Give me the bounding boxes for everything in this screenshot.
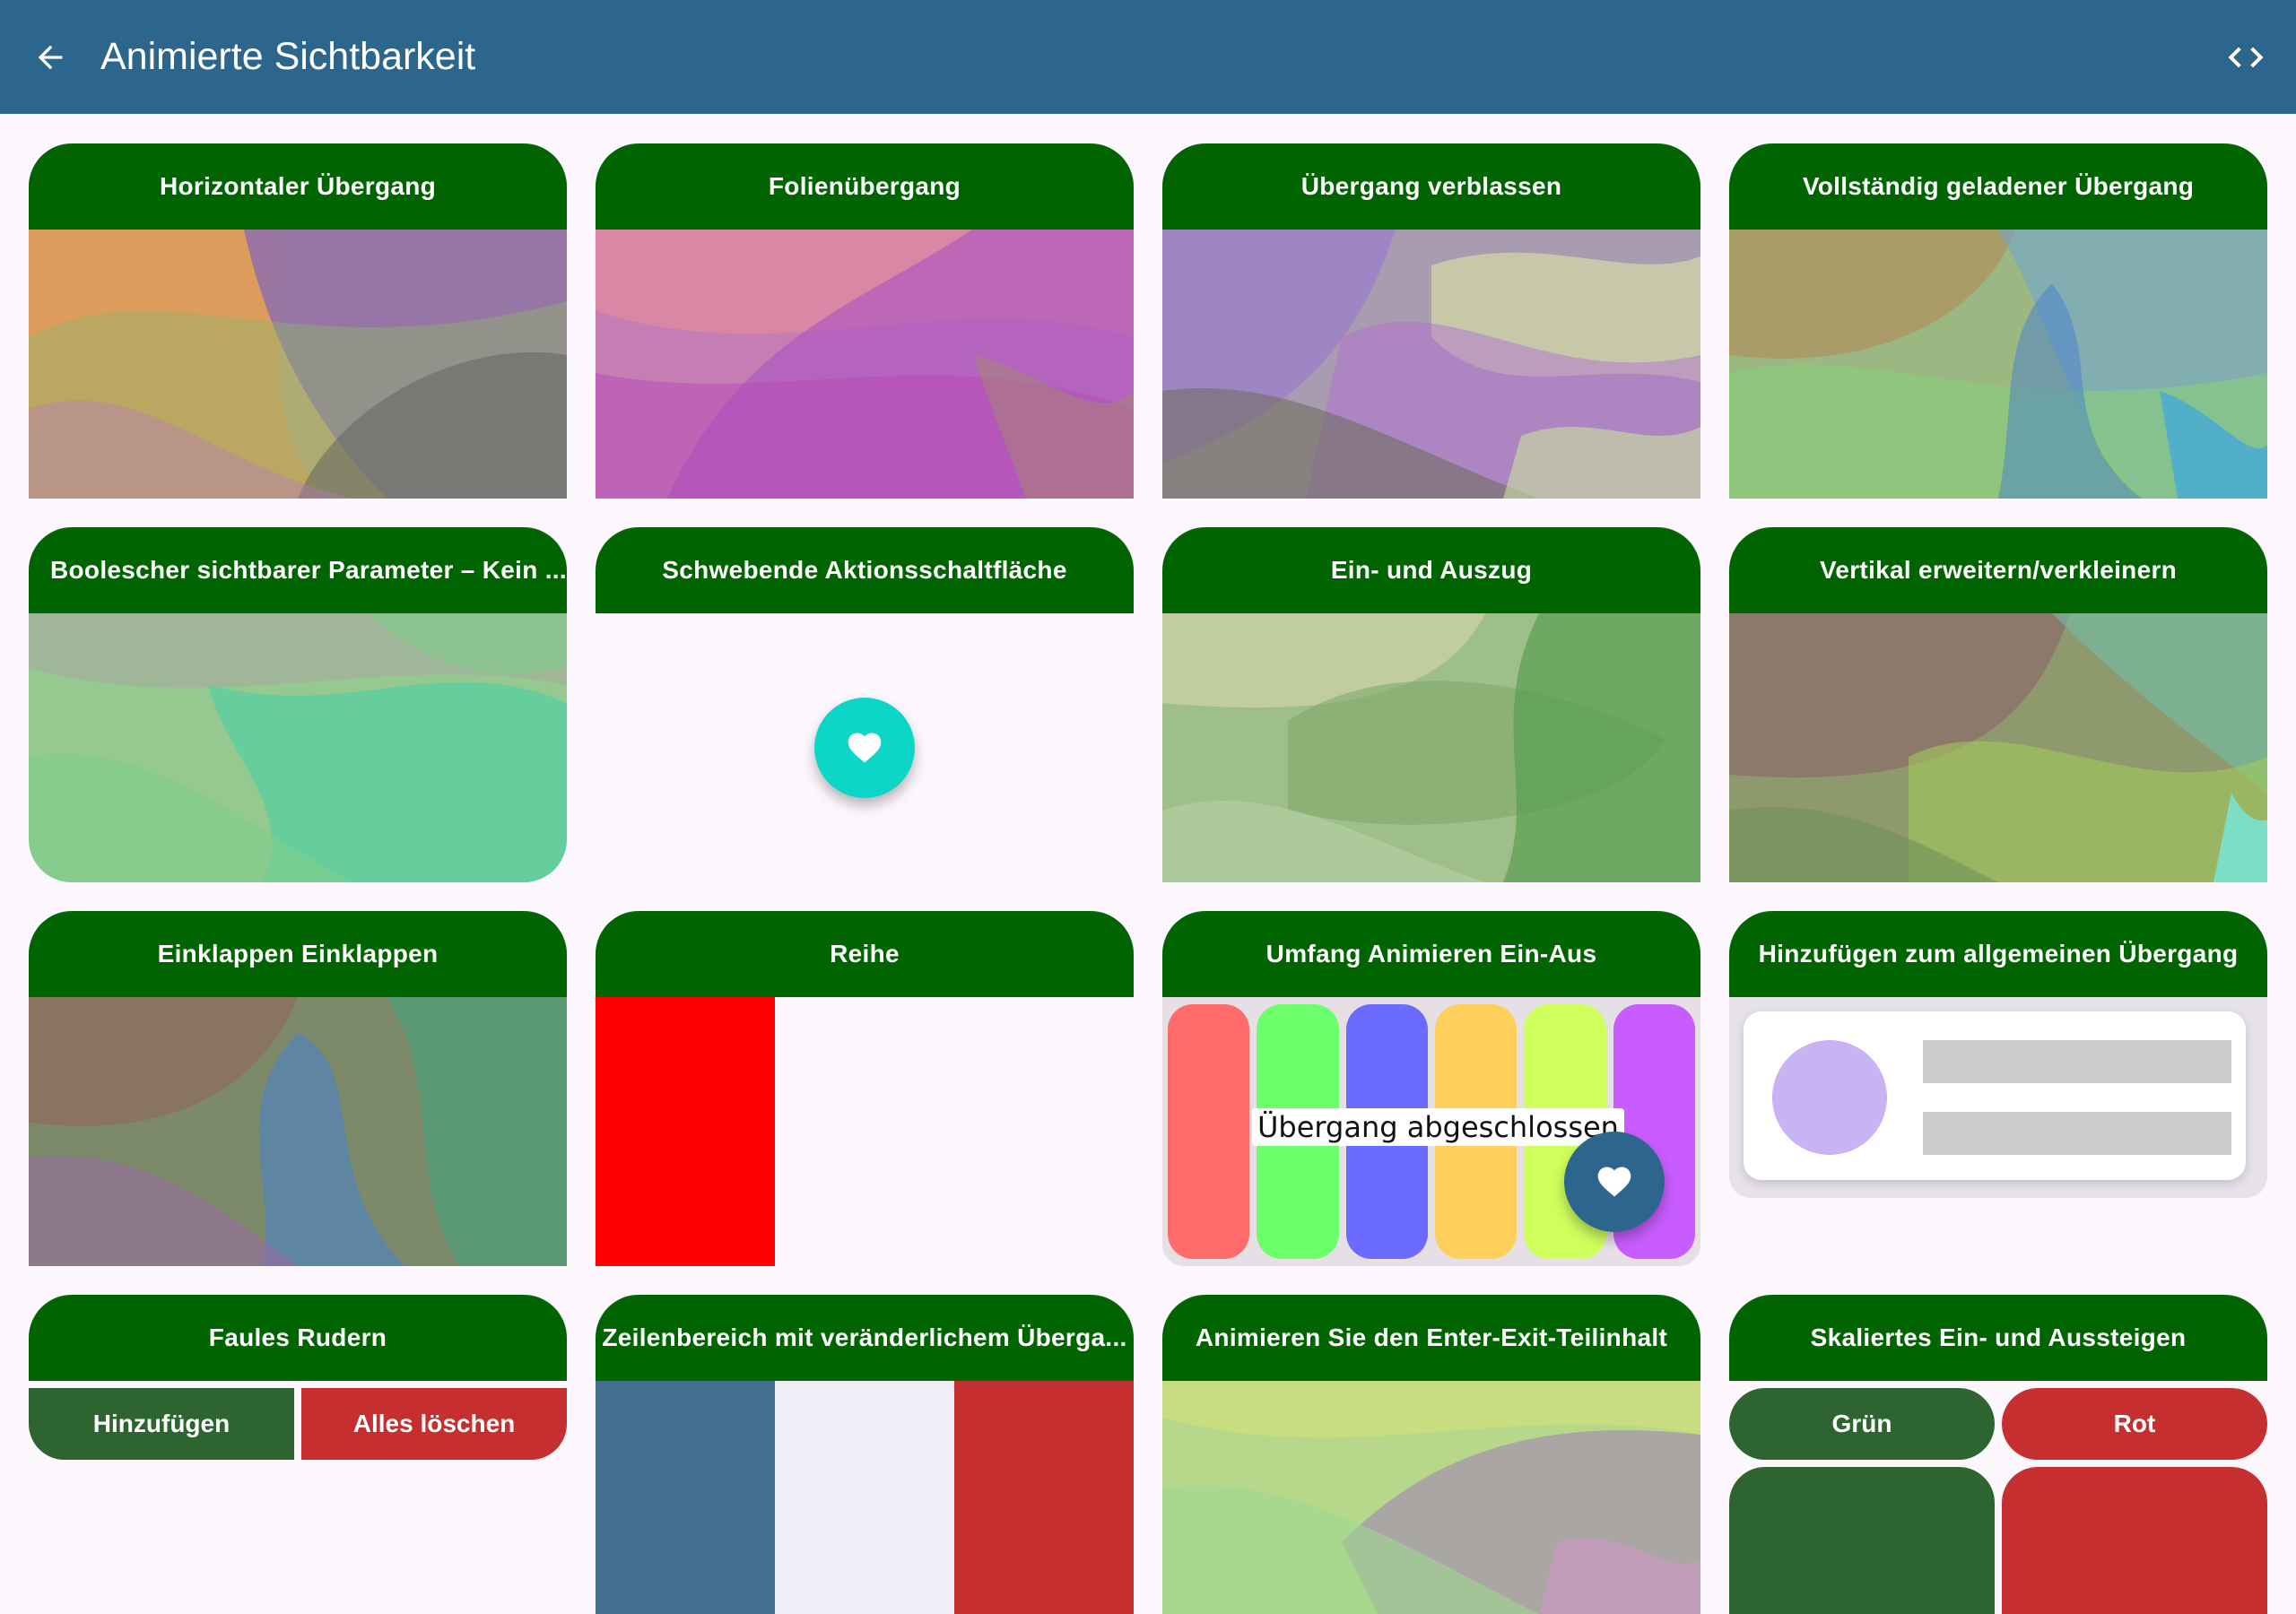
avatar-placeholder <box>1772 1040 1887 1155</box>
card-fully-loaded-transition[interactable]: Vollständig geladener Übergang <box>1729 143 2267 499</box>
card-row-scope-transition[interactable]: Zeilenbereich mit veränderlichem Überga.… <box>596 1295 1134 1614</box>
add-button[interactable]: Hinzufügen <box>29 1388 294 1460</box>
red-box <box>596 997 775 1266</box>
heart-fab-button[interactable] <box>1564 1132 1665 1232</box>
page-title: Animierte Sichtbarkeit <box>100 35 476 78</box>
card-title: Horizontaler Übergang <box>29 143 567 230</box>
card-slide-transition[interactable]: Folienübergang <box>596 143 1134 499</box>
abstract-image <box>1162 230 1700 499</box>
abstract-image <box>1729 613 2267 882</box>
blue-box <box>596 1381 775 1614</box>
heart-icon <box>848 733 882 763</box>
card-scope-animate-in-out[interactable]: Umfang Animieren Ein-Aus Übergang abgesc… <box>1162 911 1700 1266</box>
abstract-image <box>29 230 567 499</box>
card-title: Animieren Sie den Enter-Exit-Teilinhalt <box>1162 1295 1700 1381</box>
green-button[interactable]: Grün <box>1729 1388 1995 1460</box>
red-box <box>954 1381 1134 1614</box>
clear-all-button[interactable]: Alles löschen <box>301 1388 567 1460</box>
card-enter-exit[interactable]: Ein- und Auszug <box>1162 527 1700 882</box>
card-title: Ein- und Auszug <box>1162 527 1700 613</box>
card-title: Folienübergang <box>596 143 1134 230</box>
card-title: Übergang verblassen <box>1162 143 1700 230</box>
card-title: Zeilenbereich mit veränderlichem Überga.… <box>596 1295 1134 1381</box>
card-fade-transition[interactable]: Übergang verblassen <box>1162 143 1700 499</box>
abstract-image <box>29 997 567 1266</box>
card-horizontal-transition[interactable]: Horizontaler Übergang <box>29 143 567 499</box>
card-enter-exit-child[interactable]: Animieren Sie den Enter-Exit-Teilinhalt <box>1162 1295 1700 1614</box>
card-title: Schwebende Aktionsschaltfläche <box>596 527 1134 613</box>
transition-status-label: Übergang abgeschlossen <box>1252 1108 1624 1146</box>
white-box <box>775 1381 954 1614</box>
card-title: Skaliertes Ein- und Aussteigen <box>1729 1295 2267 1381</box>
abstract-image <box>1162 1381 1700 1614</box>
flag-boxes <box>596 1381 1134 1614</box>
green-box <box>1729 1467 1995 1614</box>
card-title: Reihe <box>596 911 1134 997</box>
card-title: Vertikal erweitern/verkleinern <box>1729 527 2267 613</box>
card-row[interactable]: Reihe <box>596 911 1134 1266</box>
card-floating-action-button[interactable]: Schwebende Aktionsschaltfläche <box>596 527 1134 882</box>
arrow-back-icon[interactable] <box>25 32 75 82</box>
card-title: Einklappen Einklappen <box>29 911 567 997</box>
card-body <box>596 997 1134 1266</box>
color-bar <box>1168 1004 1250 1259</box>
abstract-image <box>1162 613 1700 882</box>
card-body <box>596 613 1134 882</box>
abstract-image <box>596 230 1134 499</box>
card-scaled-enter-exit[interactable]: Skaliertes Ein- und Aussteigen Grün Rot <box>1729 1295 2267 1614</box>
heart-fab-button[interactable] <box>814 698 915 798</box>
card-add-general-transition[interactable]: Hinzufügen zum allgemeinen Übergang <box>1729 911 2267 1198</box>
card-title: Umfang Animieren Ein-Aus <box>1162 911 1700 997</box>
card-title: Faules Rudern <box>29 1295 567 1381</box>
card-title: Hinzufügen zum allgemeinen Übergang <box>1729 911 2267 997</box>
red-box <box>2002 1467 2267 1614</box>
red-button[interactable]: Rot <box>2002 1388 2267 1460</box>
abstract-image <box>29 613 567 882</box>
heart-icon <box>1597 1167 1631 1197</box>
card-vertical-expand-shrink[interactable]: Vertikal erweitern/verkleinern <box>1729 527 2267 882</box>
app-bar: Animierte Sichtbarkeit <box>0 0 2296 114</box>
text-placeholder <box>1923 1112 2231 1155</box>
placeholder-card[interactable] <box>1744 1011 2246 1180</box>
text-placeholder <box>1923 1040 2231 1083</box>
abstract-image <box>1729 230 2267 499</box>
card-title: Boolescher sichtbarer Parameter – Kein .… <box>29 527 567 613</box>
placeholder-panel <box>1729 997 2267 1198</box>
card-lazy-row[interactable]: Faules Rudern Hinzufügen Alles löschen <box>29 1295 567 1614</box>
card-boolean-visible-param[interactable]: Boolescher sichtbarer Parameter – Kein .… <box>29 527 567 882</box>
card-title: Vollständig geladener Übergang <box>1729 143 2267 230</box>
code-icon[interactable] <box>2219 32 2273 82</box>
card-collapse[interactable]: Einklappen Einklappen <box>29 911 567 1266</box>
color-bars-panel: Übergang abgeschlossen <box>1162 997 1700 1266</box>
